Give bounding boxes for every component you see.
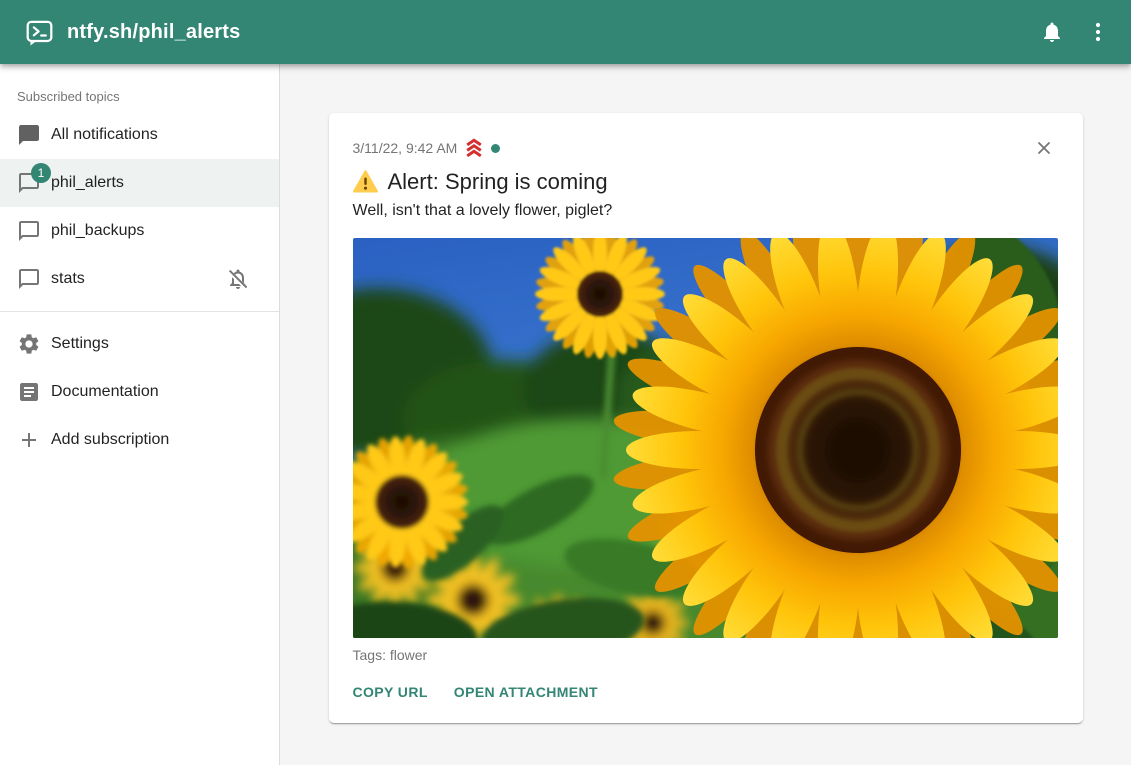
page-title: ntfy.sh/phil_alerts <box>67 21 240 44</box>
warning-emoji-icon <box>353 169 378 194</box>
sidebar-item-label: stats <box>51 270 85 288</box>
bell-off-icon <box>226 267 250 291</box>
unread-dot-icon <box>491 144 500 153</box>
sidebar-item-label: phil_backups <box>51 222 144 240</box>
sidebar-item-add-subscription[interactable]: Add subscription <box>0 416 279 464</box>
sidebar-item-phil-alerts[interactable]: 1 phil_alerts <box>0 159 279 207</box>
notification-title-row: Alert: Spring is coming <box>353 167 1059 196</box>
notification-body: Well, isn't that a lovely flower, piglet… <box>353 200 1059 222</box>
notification-timestamp: 3/11/22, 9:42 AM <box>353 140 458 156</box>
open-attachment-button[interactable]: OPEN ATTACHMENT <box>454 675 598 709</box>
chat-bubble-icon <box>17 267 41 291</box>
notification-meta: 3/11/22, 9:42 AM <box>353 137 1059 159</box>
notifications-bell-button[interactable] <box>1029 9 1075 55</box>
subscribed-topics-label: Subscribed topics <box>0 64 279 111</box>
close-icon <box>1034 138 1054 158</box>
unread-count-badge: 1 <box>31 163 51 183</box>
sidebar-item-label: phil_alerts <box>51 174 124 192</box>
sidebar-item-label: Settings <box>51 335 109 353</box>
sidebar-divider <box>0 311 279 312</box>
sidebar-item-all-notifications[interactable]: All notifications <box>0 111 279 159</box>
kebab-menu-icon <box>1086 20 1110 44</box>
attachment-image[interactable] <box>353 238 1058 638</box>
close-notification-button[interactable] <box>1029 133 1059 163</box>
plus-icon <box>17 428 41 452</box>
sidebar: Subscribed topics All notifications 1 ph… <box>0 64 280 765</box>
chat-bubble-icon: 1 <box>17 171 41 195</box>
chat-bubble-icon <box>17 219 41 243</box>
sidebar-item-label: Documentation <box>51 383 159 401</box>
appbar-actions <box>1029 9 1121 55</box>
notification-card: 3/11/22, 9:42 AM <box>329 113 1083 723</box>
notification-actions: COPY URL OPEN ATTACHMENT <box>353 675 1059 709</box>
sidebar-item-settings[interactable]: Settings <box>0 320 279 368</box>
sidebar-item-label: Add subscription <box>51 431 169 449</box>
overflow-menu-button[interactable] <box>1075 9 1121 55</box>
sidebar-item-documentation[interactable]: Documentation <box>0 368 279 416</box>
app-bar: ntfy.sh/phil_alerts <box>0 0 1131 64</box>
chat-bubble-filled-icon <box>17 123 41 147</box>
notification-tags: Tags: flower <box>353 647 1059 663</box>
copy-url-button[interactable]: COPY URL <box>353 675 428 709</box>
notification-title: Alert: Spring is coming <box>388 167 608 196</box>
article-icon <box>17 380 41 404</box>
sidebar-item-label: All notifications <box>51 126 158 144</box>
sidebar-item-phil-backups[interactable]: phil_backups <box>0 207 279 255</box>
sidebar-item-stats[interactable]: stats <box>0 255 279 303</box>
bell-icon <box>1040 20 1064 44</box>
main-content: 3/11/22, 9:42 AM <box>280 64 1131 765</box>
gear-icon <box>17 332 41 356</box>
priority-high-icon <box>463 137 485 159</box>
ntfy-logo-icon <box>26 19 53 46</box>
